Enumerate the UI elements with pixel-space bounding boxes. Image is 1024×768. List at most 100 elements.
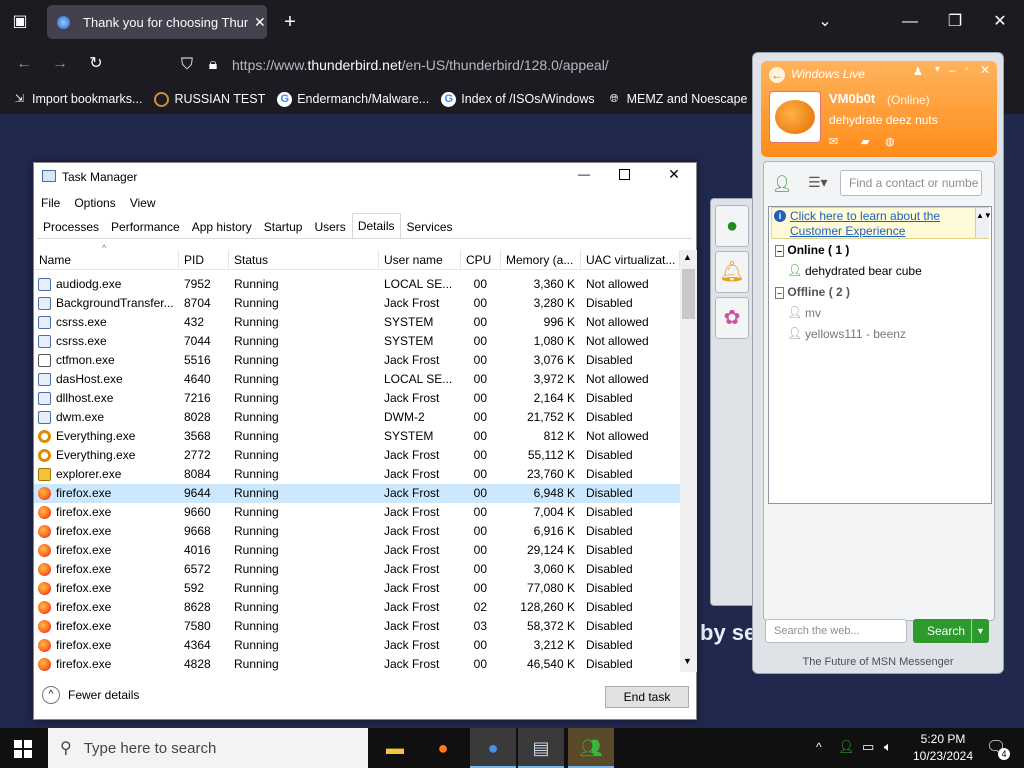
group-offline[interactable]: – Offline ( 2 ) — [775, 285, 850, 299]
table-row[interactable]: firefox.exe 6572 Running Jack Frost 00 3,060 … — [34, 560, 680, 579]
volume-icon[interactable]: 🔈︎ — [884, 739, 892, 755]
taskbar-search[interactable]: ⚲ Type here to search — [48, 728, 368, 768]
thunderbird-icon[interactable]: ● — [470, 728, 516, 768]
group-online[interactable]: – Online ( 1 ) — [775, 243, 849, 257]
find-contact-input[interactable]: Find a contact or numbe — [840, 170, 982, 196]
minimize-icon[interactable]: — — [900, 12, 920, 32]
tab-services[interactable]: Services — [401, 215, 459, 238]
banner-link-line1[interactable]: Click here to learn about the — [790, 209, 940, 223]
end-task-button[interactable]: End task — [605, 686, 689, 708]
tab-users[interactable]: Users — [308, 215, 351, 238]
close-icon[interactable]: ✕ — [980, 63, 990, 77]
contact-dehydrated-bear-cube[interactable]: dehydrated bear cube — [805, 264, 922, 278]
url-bar[interactable]: ⛉ 🔒︎ https://www.thunderbird.net/en-US/t… — [172, 49, 752, 81]
tab-list-icon[interactable]: ▣ — [10, 12, 30, 32]
restore-icon[interactable]: ❐ — [945, 12, 965, 32]
table-row[interactable]: dwm.exe 8028 Running DWM-2 00 21,752 K Disable… — [34, 408, 680, 427]
menu-options[interactable]: Options — [67, 192, 122, 214]
contacts-icon[interactable]: ● — [715, 205, 749, 247]
scroll-down-icon[interactable]: ▼ — [683, 656, 692, 666]
avatar[interactable] — [769, 91, 821, 143]
bell-icon[interactable]: 🔔︎ — [715, 251, 749, 293]
column-uac[interactable]: UAC virtualizat... — [581, 250, 680, 269]
table-row[interactable]: explorer.exe 8084 Running Jack Frost 00 23,76… — [34, 465, 680, 484]
banner-scroll-icon[interactable]: ▲▼ — [975, 208, 992, 238]
back-icon[interactable]: ← — [769, 67, 785, 83]
scrollbar-thumb[interactable] — [682, 269, 695, 319]
menu-dropdown-icon[interactable]: ▾ — [935, 64, 940, 75]
table-row[interactable]: firefox.exe 9644 Running Jack Frost 00 6,948 … — [34, 484, 680, 503]
tab-details[interactable]: Details — [351, 213, 401, 238]
messenger-tray-icon[interactable]: 👤︎ — [838, 739, 855, 755]
table-row[interactable]: csrss.exe 432 Running SYSTEM 00 996 K Not allo… — [34, 313, 680, 332]
new-tab-icon[interactable]: + — [280, 12, 300, 32]
task-manager-taskbar-icon[interactable]: ▤ — [518, 728, 564, 768]
folder-icon[interactable]: ▰ — [861, 135, 869, 148]
table-row[interactable]: firefox.exe 4828 Running Jack Frost 00 46,540… — [34, 655, 680, 672]
buddy-icon[interactable]: ♟ — [913, 65, 923, 78]
column-name[interactable]: Name — [34, 250, 179, 269]
globe-icon[interactable]: ◍ — [885, 135, 895, 148]
table-row[interactable]: firefox.exe 592 Running Jack Frost 00 77,080 … — [34, 579, 680, 598]
minimize-icon[interactable]: — — [574, 167, 594, 181]
shield-icon[interactable]: ⛉ — [178, 55, 196, 75]
list-options-icon[interactable]: ☰▾ — [808, 174, 828, 191]
column-cpu[interactable]: CPU — [461, 250, 501, 269]
display-name[interactable]: VM0b0t — [829, 91, 875, 106]
back-icon[interactable]: ← — [14, 54, 34, 74]
browser-tab[interactable]: Thank you for choosing Thunde ✕ — [47, 5, 267, 39]
task-manager-titlebar[interactable]: Task Manager — ✕ — [34, 163, 696, 191]
column-status[interactable]: Status — [229, 250, 379, 269]
table-row[interactable]: Everything.exe 2772 Running Jack Frost 00 55,… — [34, 446, 680, 465]
bookmark-endermanch[interactable]: G Endermanch/Malware... — [277, 91, 429, 107]
table-row[interactable]: firefox.exe 4016 Running Jack Frost 00 29,124… — [34, 541, 680, 560]
reload-icon[interactable]: ↻ — [86, 54, 106, 74]
tab-performance[interactable]: Performance — [105, 215, 186, 238]
bookmark-russian-test[interactable]: RUSSIAN TEST — [154, 91, 265, 107]
personal-message[interactable]: dehydrate deez nuts — [829, 113, 938, 127]
close-icon[interactable]: ✕ — [664, 166, 684, 183]
table-row[interactable]: Everything.exe 3568 Running SYSTEM 00 812 K No… — [34, 427, 680, 446]
forward-icon[interactable]: → — [50, 54, 70, 74]
start-button[interactable] — [14, 740, 32, 758]
info-banner[interactable]: i Click here to learn about the Customer… — [771, 207, 989, 239]
close-tab-icon[interactable]: ✕ — [254, 14, 266, 31]
maximize-icon[interactable] — [619, 169, 630, 180]
contact-yellows111[interactable]: yellows111 - beenz — [805, 327, 906, 341]
file-explorer-icon[interactable]: ▬ — [372, 728, 418, 768]
menu-file[interactable]: File — [34, 192, 67, 214]
bookmark-memz[interactable]: 🌐︎ MEMZ and Noescape ... — [607, 92, 762, 107]
bookmark-isos[interactable]: G Index of /ISOs/Windows — [441, 91, 595, 107]
tab-startup[interactable]: Startup — [258, 215, 309, 238]
table-row[interactable]: firefox.exe 8628 Running Jack Frost 02 128,26… — [34, 598, 680, 617]
chevron-down-icon[interactable]: ⌄ — [815, 12, 835, 32]
table-row[interactable]: firefox.exe 9668 Running Jack Frost 00 6,916 … — [34, 522, 680, 541]
fewer-details-button[interactable]: ^ Fewer details — [42, 686, 139, 704]
close-window-icon[interactable]: ✕ — [990, 12, 1010, 32]
table-row[interactable]: audiodg.exe 7952 Running LOCAL SE... 00 3,360… — [34, 275, 680, 294]
table-row[interactable]: dllhost.exe 7216 Running Jack Frost 00 2,164 … — [34, 389, 680, 408]
column-user-name[interactable]: User name — [379, 250, 461, 269]
web-search-button[interactable]: Search ▼ — [913, 619, 989, 643]
table-row[interactable]: firefox.exe 9660 Running Jack Frost 00 7,004 … — [34, 503, 680, 522]
add-contact-icon[interactable]: 👤︎ — [772, 174, 792, 194]
tab-app-history[interactable]: App history — [186, 215, 258, 238]
chevron-up-icon[interactable]: ^ — [816, 740, 822, 754]
clock-date[interactable]: 10/23/2024 — [908, 749, 978, 763]
clock-time[interactable]: 5:20 PM — [908, 732, 978, 746]
table-row[interactable]: ctfmon.exe 5516 Running Jack Frost 00 3,076 K… — [34, 351, 680, 370]
column-memory[interactable]: Memory (a... — [501, 250, 581, 269]
chevron-down-icon[interactable]: ▼ — [971, 619, 985, 643]
scroll-up-icon[interactable]: ▲ — [683, 252, 692, 262]
contact-mv[interactable]: mv — [805, 306, 821, 320]
table-row[interactable]: firefox.exe 7580 Running Jack Frost 03 58,372… — [34, 617, 680, 636]
lock-icon[interactable]: 🔒︎ — [204, 55, 222, 75]
butterfly-icon[interactable]: ✿ — [715, 297, 749, 339]
web-search-input[interactable]: Search the web... — [765, 619, 907, 643]
banner-link-line2[interactable]: Customer Experience — [790, 224, 905, 238]
table-row[interactable]: csrss.exe 7044 Running SYSTEM 00 1,080 K Not a… — [34, 332, 680, 351]
bookmark-import[interactable]: ⇲ Import bookmarks... — [12, 92, 143, 107]
tab-processes[interactable]: Processes — [37, 215, 105, 238]
network-icon[interactable]: ▭ — [862, 739, 874, 755]
column-pid[interactable]: PID — [179, 250, 229, 269]
